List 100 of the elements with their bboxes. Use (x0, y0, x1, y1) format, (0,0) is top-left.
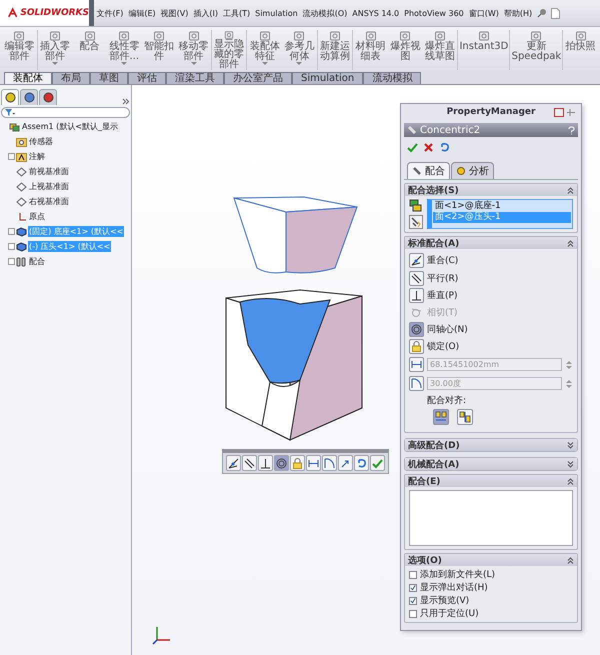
panel-tab[interactable] (20, 89, 38, 105)
toolbar-button[interactable] (226, 455, 240, 471)
command-tab[interactable]: 渲染工具 (166, 72, 224, 84)
ribbon-button[interactable]: 材料明细表 (355, 42, 386, 62)
expand-toggle[interactable] (8, 228, 15, 235)
collapse-icon[interactable] (567, 186, 574, 194)
menu-item[interactable]: ANSYS 14.0 (350, 0, 402, 26)
command-tab[interactable]: 布局 (52, 72, 90, 84)
command-tab[interactable]: 流动模拟 (363, 72, 422, 84)
expand-icon[interactable] (567, 442, 574, 448)
ribbon-button[interactable]: 爆炸视图 (390, 42, 421, 62)
command-icon (152, 30, 165, 42)
close-icon[interactable] (423, 142, 434, 153)
expand-icon[interactable] (567, 460, 574, 468)
menu-item[interactable]: PhotoView 360 (402, 0, 466, 26)
checkbox[interactable] (409, 584, 417, 592)
tag-icon[interactable] (409, 215, 423, 229)
dropdown-caret-icon[interactable] (52, 62, 58, 66)
expand-toggle[interactable] (8, 153, 15, 160)
plane-icon (16, 166, 27, 176)
toolbar-button[interactable] (338, 455, 352, 471)
toolbar-button[interactable] (306, 455, 320, 471)
dropdown-caret-icon[interactable] (262, 62, 268, 66)
undo-icon (356, 458, 366, 468)
tree-item[interactable]: 前视基准面 (28, 166, 70, 177)
pin-icon[interactable] (536, 8, 547, 18)
distance-icon (411, 359, 422, 370)
collapse-icon[interactable] (567, 240, 574, 246)
lock-icon (292, 458, 302, 468)
collapse-icon[interactable] (567, 478, 574, 484)
help-icon[interactable] (568, 126, 575, 134)
ribbon-button[interactable]: 更新Speedpak (512, 42, 562, 62)
ribbon-button[interactable]: 插入零部件 (39, 42, 70, 62)
menu-item[interactable]: 插入(I) (190, 0, 220, 26)
toolbar-button[interactable] (322, 455, 336, 471)
expand-panel-icon[interactable] (122, 98, 130, 105)
tree-item[interactable]: 传感器 (28, 136, 54, 147)
selection-list[interactable]: 面<1>@底座-1 面<2>@压头-1 (427, 199, 573, 229)
command-tab[interactable]: 办公室产品 (224, 72, 292, 84)
tree-item[interactable]: 上视基准面 (28, 181, 70, 192)
menu-item[interactable]: Simulation (252, 0, 300, 26)
menu-item[interactable]: 流动模拟(O) (300, 0, 350, 26)
ribbon-button[interactable]: 爆炸直线草图 (424, 42, 456, 62)
ribbon-button[interactable]: 拍快照 (565, 42, 596, 52)
collapse-icon[interactable] (567, 556, 574, 564)
command-tab[interactable]: 装配体 (4, 72, 52, 84)
menu-item[interactable]: 窗口(W) (466, 0, 502, 26)
ribbon-button[interactable]: Instant3D (459, 42, 508, 52)
dropdown-caret-icon[interactable] (121, 62, 128, 66)
panel-tab[interactable]: 分析 (451, 162, 494, 179)
angle-button[interactable] (409, 376, 424, 391)
dropdown-caret-icon[interactable] (296, 62, 302, 66)
tree-item[interactable]: 右视基准面 (28, 196, 70, 207)
toolbar-button[interactable] (242, 455, 256, 471)
command-tab[interactable]: Simulation (292, 72, 364, 84)
plane-icon (16, 182, 27, 192)
command-tab[interactable]: 评估 (128, 72, 166, 84)
ribbon-button[interactable]: 移动零部件 (178, 42, 210, 62)
ribbon-button[interactable]: 配合 (74, 42, 106, 52)
checkbox[interactable] (409, 570, 417, 578)
selection-item[interactable]: 面<1>@底座-1 (433, 201, 571, 212)
mate-name: Concentric2 (420, 124, 482, 136)
menu-item[interactable]: 文件(F) (94, 0, 126, 26)
ribbon-button[interactable]: 装配体特征 (249, 42, 280, 62)
ribbon-button[interactable]: 线性零部件... (108, 42, 140, 62)
mate-type-button[interactable] (409, 253, 424, 268)
tree-item[interactable]: 注解 (28, 151, 46, 162)
ribbon-button[interactable]: 新建运动算例 (320, 42, 351, 62)
menu-item[interactable]: 工具(T) (220, 0, 253, 26)
panel-tab[interactable] (1, 89, 19, 105)
filter-field[interactable] (1, 107, 130, 118)
mate-type-button[interactable] (409, 271, 424, 286)
ribbon-button[interactable]: 显示隐藏的零部件 (214, 40, 245, 70)
dropdown-caret-icon[interactable] (190, 62, 197, 66)
menu-item[interactable]: 视图(V) (158, 0, 191, 26)
mate-type-button[interactable] (409, 288, 424, 303)
alignment-button[interactable] (457, 409, 473, 425)
expand-toggle[interactable] (8, 243, 15, 250)
pin-icon[interactable] (554, 108, 576, 116)
menu-item[interactable]: 编辑(E) (126, 0, 158, 26)
tree-item[interactable]: 配合 (28, 256, 46, 267)
ribbon-button[interactable]: 参考几何体 (284, 42, 315, 62)
alignment-button[interactable] (433, 409, 449, 425)
ribbon-button[interactable]: 编辑零部件 (4, 42, 35, 62)
panel-tab[interactable] (39, 89, 57, 105)
tree-item[interactable]: 原点 (28, 211, 46, 222)
distance-button[interactable] (409, 357, 424, 372)
ribbon-button[interactable]: 智能扣件 (143, 42, 174, 62)
selection-icon[interactable] (409, 199, 423, 212)
panel-tab[interactable]: 配合 (407, 162, 450, 179)
toolbar-button[interactable] (274, 455, 288, 471)
menu-item[interactable]: 帮助(H) (501, 0, 535, 26)
toolbar-button[interactable] (258, 455, 272, 471)
expand-toggle[interactable] (8, 258, 15, 265)
tree-item[interactable]: Assem1 (默认<默认_显示 (21, 121, 119, 132)
new-document-icon[interactable] (550, 8, 560, 18)
checkbox[interactable] (409, 610, 417, 618)
angle-icon (411, 378, 422, 389)
checkbox[interactable] (409, 596, 417, 604)
command-tab[interactable]: 草图 (90, 72, 128, 84)
